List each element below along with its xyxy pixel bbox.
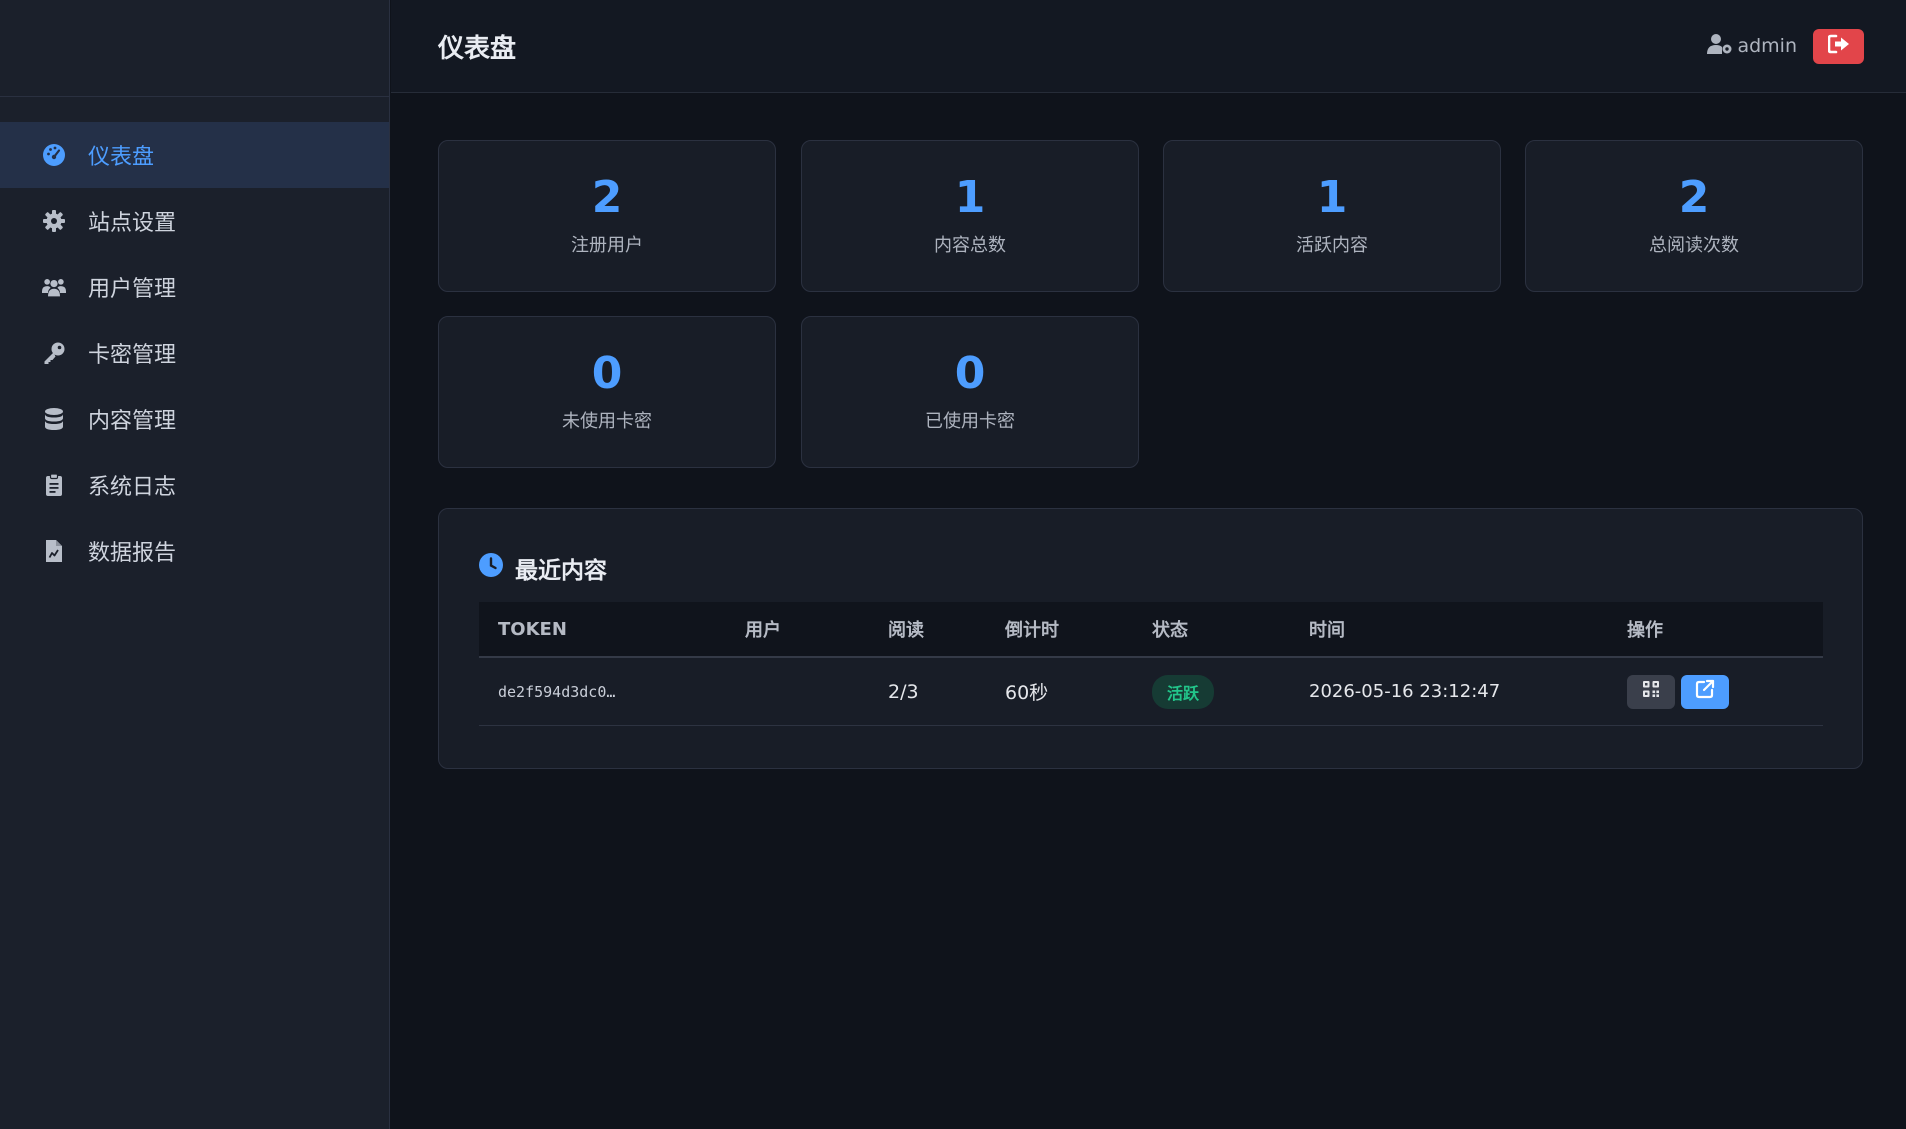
status-badge: 活跃	[1152, 674, 1215, 709]
stat-value: 1	[954, 172, 986, 223]
sidebar: 仪表盘 站点设置 用户管理 卡密管理 内容管理 系统日志 数据报告	[0, 0, 390, 1129]
table-header: TOKEN 用户 阅读 倒计时 状态 时间 操作	[479, 602, 1823, 658]
recent-content-header: 最近内容	[478, 551, 607, 585]
stat-card-total-reads: 2 总阅读次数	[1525, 140, 1863, 292]
sidebar-item-label: 系统日志	[88, 475, 177, 500]
stat-label: 已使用卡密	[925, 411, 1015, 432]
users-icon	[40, 273, 68, 301]
stat-value: 1	[1316, 172, 1348, 223]
recent-content-table: TOKEN 用户 阅读 倒计时 状态 时间 操作 de2f594d3dc0… 2…	[479, 602, 1823, 726]
cell-time: 2026-05-16 23:12:47	[1309, 681, 1501, 702]
stat-value: 2	[591, 172, 623, 223]
stat-value: 2	[1678, 172, 1710, 223]
col-user: 用户	[745, 620, 781, 641]
clock-icon	[478, 552, 515, 584]
user-gear-icon	[1707, 33, 1737, 60]
gear-icon	[40, 207, 68, 235]
top-bar: 仪表盘 admin	[391, 0, 1906, 93]
stat-label: 内容总数	[934, 235, 1006, 256]
database-icon	[40, 405, 68, 433]
recent-content-title: 最近内容	[515, 558, 607, 584]
sidebar-item-label: 卡密管理	[88, 343, 177, 368]
header-actions: admin	[1707, 28, 1864, 64]
sidebar-item-label: 用户管理	[88, 277, 177, 302]
stat-label: 活跃内容	[1296, 235, 1368, 256]
sidebar-brand	[0, 0, 389, 97]
key-icon	[40, 339, 68, 367]
sidebar-item-label: 内容管理	[88, 409, 177, 434]
qrcode-icon	[1641, 679, 1661, 704]
stat-card-registered-users: 2 注册用户	[438, 140, 776, 292]
stat-card-unused-keys: 0 未使用卡密	[438, 316, 776, 468]
cell-reads: 2/3	[888, 680, 919, 703]
sign-out-icon	[1827, 34, 1850, 58]
col-countdown: 倒计时	[1005, 620, 1059, 641]
col-actions: 操作	[1627, 620, 1663, 641]
page-title: 仪表盘	[438, 33, 517, 64]
stat-card-used-keys: 0 已使用卡密	[801, 316, 1139, 468]
stat-card-total-content: 1 内容总数	[801, 140, 1139, 292]
sidebar-item-dashboard[interactable]: 仪表盘	[0, 122, 389, 188]
current-user: admin	[1707, 33, 1797, 60]
sidebar-item-data-report[interactable]: 数据报告	[0, 518, 389, 584]
dashboard-icon	[40, 141, 68, 169]
stat-value: 0	[954, 348, 986, 399]
col-token: TOKEN	[498, 618, 567, 640]
cell-status: 活跃	[1152, 674, 1215, 709]
sidebar-item-content-management[interactable]: 内容管理	[0, 386, 389, 452]
recent-content-panel: 最近内容 TOKEN 用户 阅读 倒计时 状态 时间 操作 de2f594d3d…	[438, 508, 1863, 769]
stat-card-active-content: 1 活跃内容	[1163, 140, 1501, 292]
file-chart-icon	[40, 537, 68, 565]
logout-button[interactable]	[1813, 28, 1864, 64]
stat-value: 0	[591, 348, 623, 399]
table-row: de2f594d3dc0… 2/3 60秒 活跃 2026-05-16 23:1…	[479, 658, 1823, 726]
qrcode-button[interactable]	[1627, 674, 1675, 709]
col-reads: 阅读	[888, 620, 924, 641]
sidebar-item-user-management[interactable]: 用户管理	[0, 254, 389, 320]
col-time: 时间	[1309, 620, 1345, 641]
sidebar-nav: 仪表盘 站点设置 用户管理 卡密管理 内容管理 系统日志 数据报告	[0, 122, 389, 584]
sidebar-item-label: 站点设置	[88, 211, 177, 236]
sidebar-item-system-log[interactable]: 系统日志	[0, 452, 389, 518]
open-link-button[interactable]	[1681, 674, 1729, 709]
sidebar-item-label: 仪表盘	[88, 145, 155, 170]
col-status: 状态	[1152, 620, 1188, 641]
sidebar-item-card-key-management[interactable]: 卡密管理	[0, 320, 389, 386]
username: admin	[1737, 35, 1797, 57]
sidebar-item-site-settings[interactable]: 站点设置	[0, 188, 389, 254]
stat-label: 注册用户	[571, 235, 643, 256]
clipboard-icon	[40, 471, 68, 499]
stat-label: 未使用卡密	[562, 411, 652, 432]
cell-countdown: 60秒	[1005, 682, 1049, 704]
stat-label: 总阅读次数	[1649, 235, 1739, 256]
external-link-icon	[1695, 679, 1715, 704]
sidebar-item-label: 数据报告	[88, 541, 177, 566]
cell-token: de2f594d3dc0…	[498, 682, 616, 701]
